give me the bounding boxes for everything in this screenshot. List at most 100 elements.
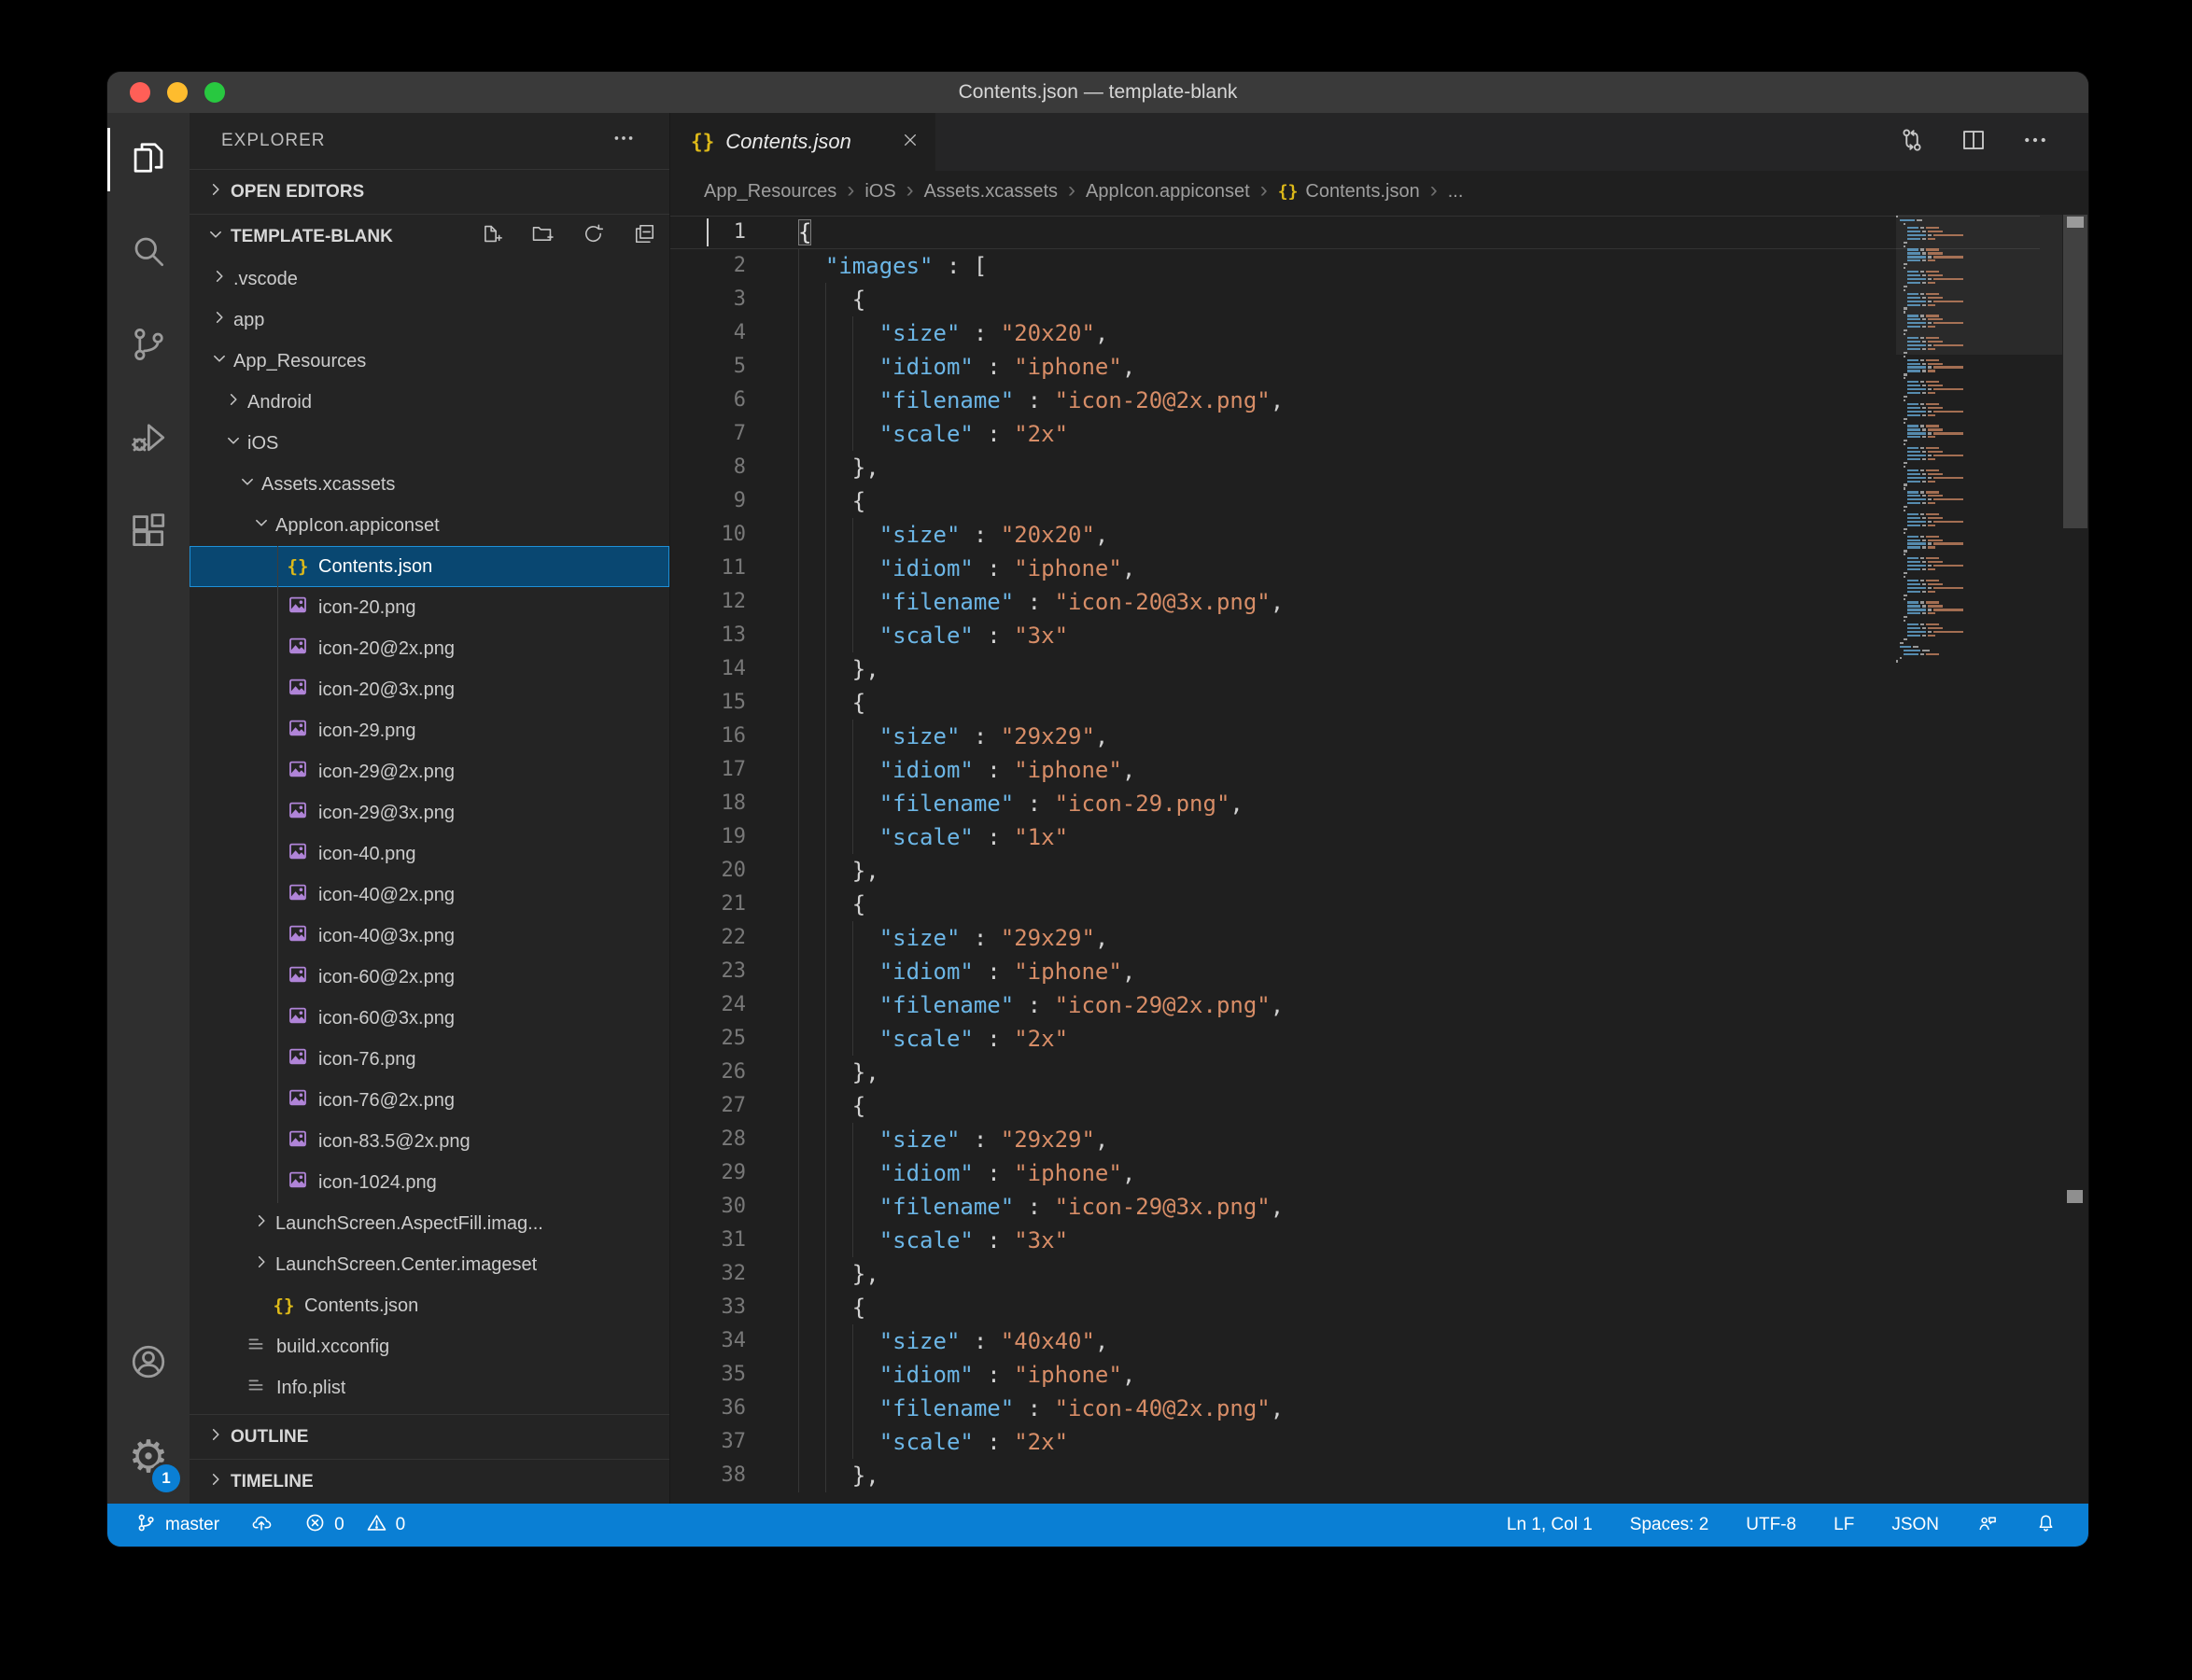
chevron-right-icon bbox=[210, 267, 229, 291]
section-outline[interactable]: OUTLINE bbox=[190, 1414, 669, 1459]
tree-item-icon-60@2x.png[interactable]: icon-60@2x.png bbox=[190, 957, 669, 998]
minimap-segment bbox=[1922, 502, 1926, 504]
tree-item-icon-76.png[interactable]: icon-76.png bbox=[190, 1039, 669, 1080]
status-eol[interactable]: LF bbox=[1834, 1515, 1854, 1535]
minimap-segment bbox=[1907, 370, 1920, 371]
tab-contents.json[interactable]: {}Contents.json bbox=[670, 113, 935, 171]
tree-item-icon-20@3x.png[interactable]: icon-20@3x.png bbox=[190, 669, 669, 710]
tree-item-info.plist[interactable]: Info.plist bbox=[190, 1367, 669, 1408]
code-editor[interactable]: 1{2 "images" : [3 {4 "size" : "20x20",5 … bbox=[670, 213, 2088, 1504]
tree-item-icon-29@3x.png[interactable]: icon-29@3x.png bbox=[190, 792, 669, 833]
activity-extensions[interactable] bbox=[107, 486, 190, 580]
token: , bbox=[1271, 387, 1284, 413]
tree-item-icon-1024.png[interactable]: icon-1024.png bbox=[190, 1162, 669, 1203]
tree-item-app-resources[interactable]: App_Resources bbox=[190, 341, 669, 382]
tree-item-appicon.appiconset[interactable]: AppIcon.appiconset bbox=[190, 505, 669, 546]
tree-item-ios[interactable]: iOS bbox=[190, 423, 669, 464]
minimap-segment bbox=[1933, 278, 1963, 280]
tree-item-icon-60@3x.png[interactable]: icon-60@3x.png bbox=[190, 998, 669, 1039]
tree-item-icon-83.5@2x.png[interactable]: icon-83.5@2x.png bbox=[190, 1121, 669, 1162]
breadcrumb-item-...[interactable]: ... bbox=[1448, 181, 1464, 203]
minimap-segment bbox=[1904, 638, 1907, 640]
views-and-more-actions-button[interactable] bbox=[611, 126, 636, 156]
compare-button[interactable] bbox=[1898, 126, 1926, 159]
image-icon bbox=[287, 1169, 309, 1197]
activity-run-debug[interactable] bbox=[107, 393, 190, 486]
status-feedback[interactable] bbox=[1976, 1512, 1998, 1539]
line-content: "idiom" : "iphone", bbox=[760, 955, 1135, 988]
indent-guide bbox=[825, 988, 826, 1022]
activity-settings[interactable]: ⚙1 bbox=[107, 1410, 190, 1504]
tree-item-contents.json[interactable]: {}Contents.json bbox=[190, 546, 669, 587]
tree-item-launchscreen.aspectfill.imag...[interactable]: LaunchScreen.AspectFill.imag... bbox=[190, 1203, 669, 1244]
minimap-segment bbox=[1907, 304, 1920, 306]
status-problems[interactable]: 00 bbox=[304, 1512, 405, 1539]
indent-guide bbox=[825, 316, 826, 350]
minimize-button[interactable] bbox=[167, 82, 188, 103]
status-notifications[interactable] bbox=[2035, 1512, 2057, 1539]
token: , bbox=[1095, 1328, 1108, 1354]
section-workspace[interactable]: TEMPLATE-BLANK bbox=[190, 214, 669, 259]
minimap[interactable] bbox=[1896, 215, 2062, 663]
minimap-segment bbox=[1904, 377, 1905, 379]
tree-item-icon-76@2x.png[interactable]: icon-76@2x.png bbox=[190, 1080, 669, 1121]
close-button[interactable] bbox=[130, 82, 150, 103]
activity-source-control[interactable] bbox=[107, 300, 190, 393]
tree-item-assets.xcassets[interactable]: Assets.xcassets bbox=[190, 464, 669, 505]
status-branch-indicator[interactable]: master bbox=[135, 1512, 219, 1539]
indent-guide bbox=[798, 1022, 799, 1056]
new-file-button[interactable] bbox=[479, 222, 502, 251]
minimap-segment bbox=[1907, 469, 1918, 471]
chevron-down-icon bbox=[238, 472, 257, 497]
text-file-icon bbox=[244, 1374, 268, 1402]
token: : bbox=[1014, 589, 1054, 615]
status-language-mode[interactable]: JSON bbox=[1891, 1515, 1939, 1535]
breadcrumb-item-contents.json[interactable]: {}Contents.json bbox=[1278, 181, 1420, 203]
ellipsis-button[interactable] bbox=[2021, 126, 2049, 159]
token: { bbox=[798, 488, 865, 514]
tree-item-launchscreen.center.imageset[interactable]: LaunchScreen.Center.imageset bbox=[190, 1244, 669, 1285]
tree-item-contents.json[interactable]: {}Contents.json bbox=[190, 1285, 669, 1326]
activity-search[interactable] bbox=[107, 206, 190, 300]
image-file-icon bbox=[286, 1169, 310, 1197]
collapse-all-button[interactable] bbox=[633, 222, 656, 251]
status-publish-changes[interactable] bbox=[251, 1512, 273, 1539]
tree-item-.vscode[interactable]: .vscode bbox=[190, 259, 669, 300]
tree-item-icon-40.png[interactable]: icon-40.png bbox=[190, 833, 669, 875]
tree-item-icon-40@3x.png[interactable]: icon-40@3x.png bbox=[190, 916, 669, 957]
code-line: 36 "filename" : "icon-40@2x.png", bbox=[670, 1392, 2088, 1425]
tree-item-icon-40@2x.png[interactable]: icon-40@2x.png bbox=[190, 875, 669, 916]
code-line: 26 }, bbox=[670, 1056, 2088, 1089]
breadcrumb-item-assets.xcassets[interactable]: Assets.xcassets bbox=[924, 181, 1058, 203]
split-editor-button[interactable] bbox=[1960, 126, 1988, 159]
breadcrumb-item-ios[interactable]: iOS bbox=[864, 181, 895, 203]
section-timeline[interactable]: TIMELINE bbox=[190, 1459, 669, 1504]
scrollbar-thumb[interactable] bbox=[2063, 215, 2087, 528]
new-folder-button[interactable] bbox=[530, 222, 554, 251]
tree-item-icon-29@2x.png[interactable]: icon-29@2x.png bbox=[190, 751, 669, 792]
tree-item-icon-20@2x.png[interactable]: icon-20@2x.png bbox=[190, 628, 669, 669]
activity-explorer[interactable] bbox=[107, 113, 190, 206]
zoom-button[interactable] bbox=[204, 82, 225, 103]
tree-item-build.xcconfig[interactable]: build.xcconfig bbox=[190, 1326, 669, 1367]
status-cursor-position[interactable]: Ln 1, Col 1 bbox=[1507, 1515, 1593, 1535]
tree-item-app[interactable]: app bbox=[190, 300, 669, 341]
status-encoding[interactable]: UTF-8 bbox=[1746, 1515, 1796, 1535]
token: "icon-40@2x.png" bbox=[1055, 1395, 1271, 1421]
minimap-segment bbox=[1907, 407, 1920, 409]
activity-accounts[interactable] bbox=[107, 1317, 190, 1410]
token: "filename" bbox=[879, 387, 1015, 413]
tree-item-icon-20.png[interactable]: icon-20.png bbox=[190, 587, 669, 628]
title-bar[interactable]: Contents.json — template-blank bbox=[107, 72, 2088, 113]
token: "icon-29@2x.png" bbox=[1055, 992, 1271, 1018]
tree-item-android[interactable]: Android bbox=[190, 382, 669, 423]
tree-item-icon-29.png[interactable]: icon-29.png bbox=[190, 710, 669, 751]
indent-guide bbox=[825, 686, 826, 720]
code-line: 6 "filename" : "icon-20@2x.png", bbox=[670, 384, 2088, 417]
status-indentation[interactable]: Spaces: 2 bbox=[1630, 1515, 1709, 1535]
breadcrumb-item-appicon.appiconset[interactable]: AppIcon.appiconset bbox=[1086, 181, 1250, 203]
tab-close-button[interactable] bbox=[900, 130, 920, 155]
breadcrumb-item-app-resources[interactable]: App_Resources bbox=[704, 181, 836, 203]
refresh-button[interactable] bbox=[582, 222, 605, 251]
section-open-editors[interactable]: OPEN EDITORS bbox=[190, 169, 669, 214]
